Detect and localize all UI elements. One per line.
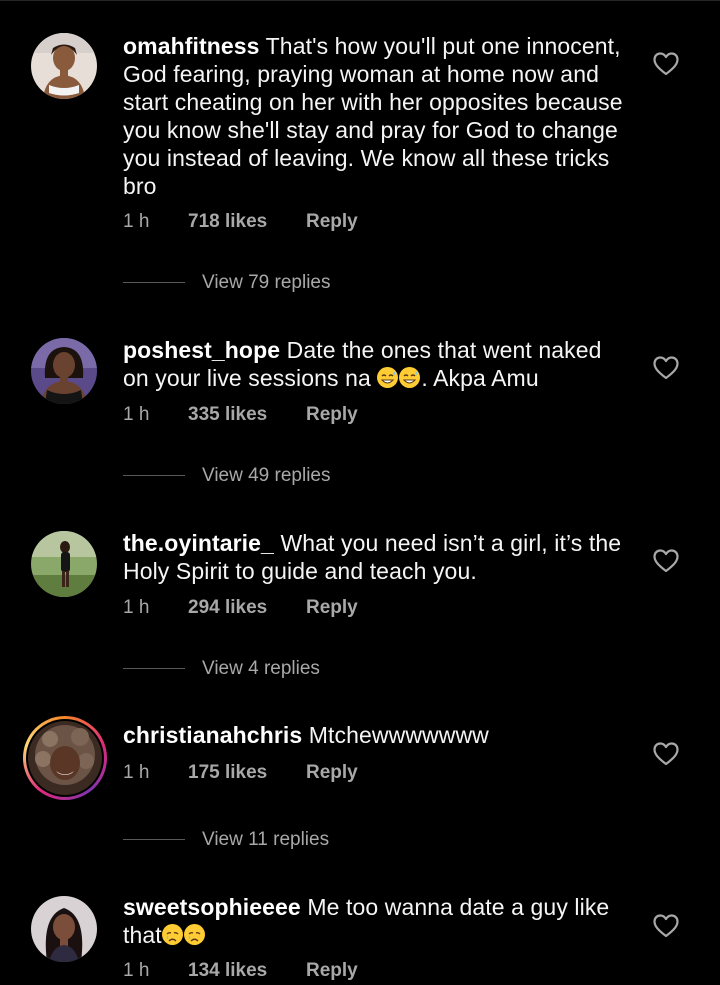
- reply-button[interactable]: Reply: [306, 960, 358, 982]
- comment-likes[interactable]: 335 likes: [188, 404, 306, 426]
- comment-text: omahfitness That's how you'll put one in…: [123, 32, 633, 200]
- crying-face-emoji-icon: [161, 924, 183, 945]
- view-replies-button[interactable]: View 4 replies: [123, 658, 320, 684]
- avatar: [28, 721, 102, 795]
- comment-time: 1 h: [123, 960, 150, 981]
- comment-username[interactable]: poshest_hope: [123, 337, 280, 363]
- replies-divider: [123, 475, 185, 477]
- crying-face-emoji-icon: [183, 924, 205, 945]
- comment-username[interactable]: the.oyintarie_: [123, 530, 274, 556]
- view-replies-label: View 11 replies: [202, 829, 330, 850]
- replies-divider: [123, 282, 185, 284]
- avatar[interactable]: [31, 338, 97, 404]
- comment-meta: 1 h 718 likes Reply: [123, 211, 358, 233]
- view-replies-button[interactable]: View 79 replies: [123, 272, 331, 298]
- comment-likes[interactable]: 134 likes: [188, 960, 306, 982]
- heart-icon[interactable]: [652, 51, 680, 77]
- comment-text: poshest_hope Date the ones that went nak…: [123, 336, 633, 392]
- avatar-image: [31, 33, 97, 99]
- avatar-image: [31, 338, 97, 404]
- avatar-image: [31, 896, 97, 962]
- top-divider: [0, 0, 720, 1]
- comment-time: 1 h: [123, 404, 150, 425]
- comment-text: the.oyintarie_ What you need isn’t a gir…: [123, 529, 633, 585]
- reply-button[interactable]: Reply: [306, 762, 358, 784]
- view-replies-label: View 4 replies: [202, 658, 320, 679]
- comment-username[interactable]: sweetsophieeee: [123, 894, 301, 920]
- avatar-image: [31, 531, 97, 597]
- comment-time: 1 h: [123, 762, 150, 783]
- avatar[interactable]: [31, 531, 97, 597]
- reply-button[interactable]: Reply: [306, 597, 358, 619]
- reply-button[interactable]: Reply: [306, 211, 358, 233]
- comment-meta: 1 h 134 likes Reply: [123, 960, 358, 982]
- avatar[interactable]: [31, 33, 97, 99]
- view-replies-label: View 49 replies: [202, 465, 331, 486]
- avatar[interactable]: [31, 896, 97, 962]
- comment-body: Mtchewwwwwww: [308, 722, 489, 748]
- comment-body-continued: . Akpa Amu: [421, 365, 539, 391]
- reply-button[interactable]: Reply: [306, 404, 358, 426]
- comment-username[interactable]: omahfitness: [123, 33, 260, 59]
- view-replies-label: View 79 replies: [202, 272, 331, 293]
- heart-icon[interactable]: [652, 741, 680, 767]
- comment-time: 1 h: [123, 211, 150, 232]
- comment-text: christianahchris Mtchewwwwwww: [123, 721, 633, 749]
- grinning-sweat-emoji-icon: [377, 367, 399, 388]
- comment-time: 1 h: [123, 597, 150, 618]
- view-replies-button[interactable]: View 49 replies: [123, 465, 331, 491]
- grinning-sweat-emoji-icon: [399, 367, 421, 388]
- comment-meta: 1 h 294 likes Reply: [123, 597, 358, 619]
- comment-meta: 1 h 175 likes Reply: [123, 762, 358, 784]
- avatar-story-ring[interactable]: [23, 716, 107, 800]
- heart-icon[interactable]: [652, 548, 680, 574]
- avatar-image: [28, 721, 102, 795]
- heart-icon[interactable]: [652, 355, 680, 381]
- replies-divider: [123, 668, 185, 670]
- replies-divider: [123, 839, 185, 841]
- comment-text: sweetsophieeee Me too wanna date a guy l…: [123, 893, 633, 949]
- heart-icon[interactable]: [652, 913, 680, 939]
- comment-likes[interactable]: 718 likes: [188, 211, 306, 233]
- comment-meta: 1 h 335 likes Reply: [123, 404, 358, 426]
- view-replies-button[interactable]: View 11 replies: [123, 829, 329, 855]
- comment-username[interactable]: christianahchris: [123, 722, 302, 748]
- comment-likes[interactable]: 294 likes: [188, 597, 306, 619]
- comment-likes[interactable]: 175 likes: [188, 762, 306, 784]
